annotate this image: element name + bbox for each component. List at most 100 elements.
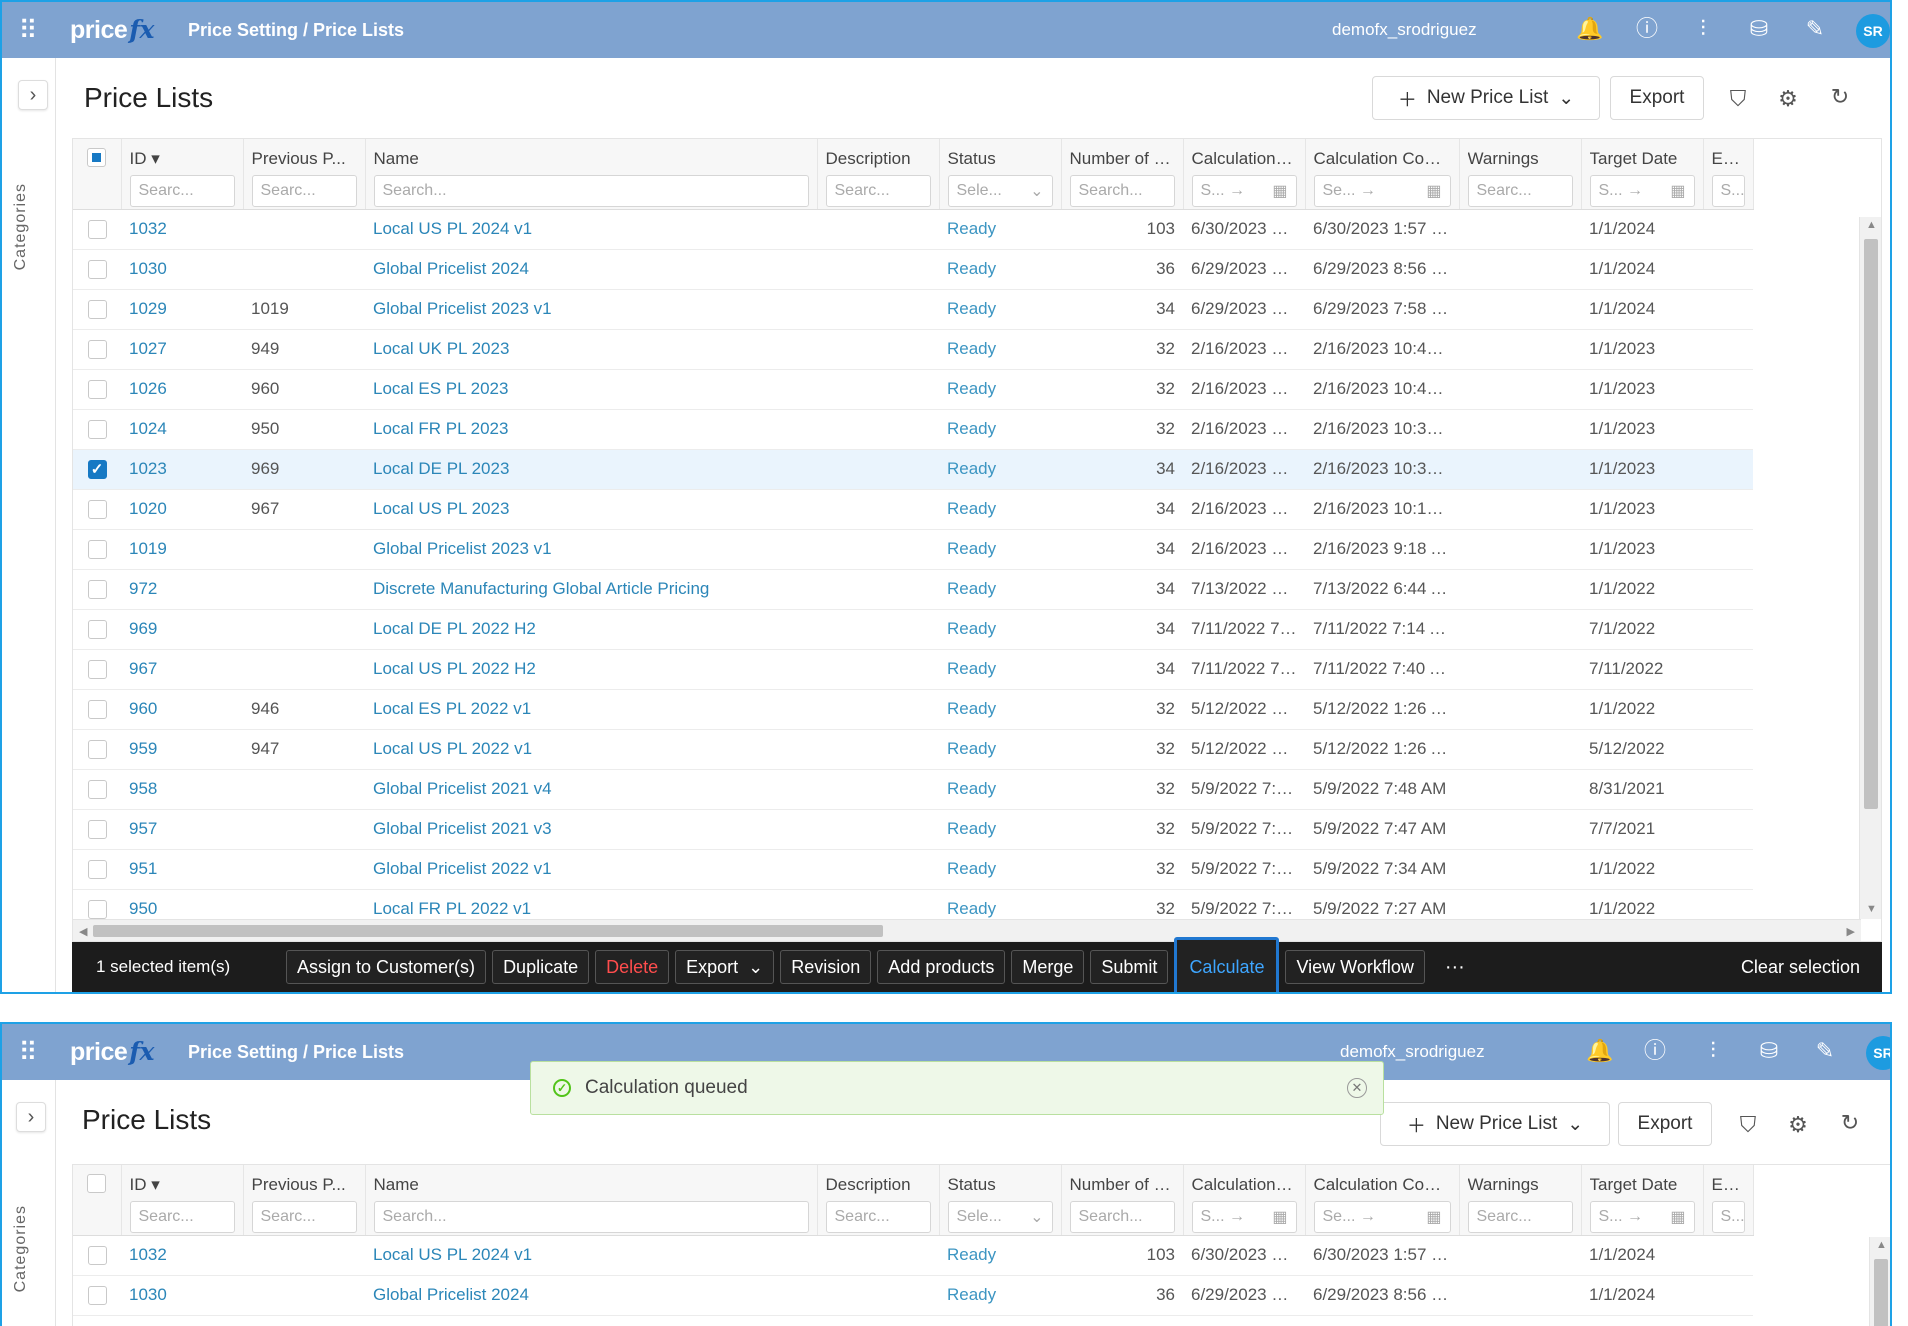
column-label[interactable]: Name [374, 147, 809, 171]
column-filter-input[interactable]: S... [1711, 1201, 1745, 1233]
new-price-list-button[interactable]: ＋ New Price List ⌄ [1380, 1102, 1610, 1146]
column-filter-input[interactable]: Searc... [1467, 175, 1573, 207]
filter-icon[interactable]: ⛉ [1734, 1112, 1762, 1138]
vertical-scrollbar[interactable]: ▲ ▼ [1859, 217, 1881, 919]
row-name-link[interactable]: Global Pricelist 2022 v1 [365, 849, 817, 890]
row-name-link[interactable]: Local ES PL 2022 v1 [365, 689, 817, 730]
column-header[interactable]: Status Sele... ⌄ [939, 139, 1062, 210]
column-label[interactable]: Calculation Com... [1314, 1173, 1451, 1197]
row-checkbox[interactable] [73, 249, 121, 290]
table-row[interactable]: 1030 Global Pricelist 2024 Ready 36 6/29/202… [73, 1275, 1753, 1316]
breadcrumb[interactable]: Price Setting / Price Lists [188, 1042, 404, 1063]
add-products-button[interactable]: Add products [877, 950, 1006, 984]
row-checkbox-box[interactable] [87, 420, 107, 439]
column-header[interactable]: Description Searc... [817, 139, 940, 210]
column-label[interactable]: Status [948, 147, 1053, 171]
vertical-scrollbar[interactable]: ▲ [1869, 1237, 1890, 1326]
bell-icon[interactable]: 🔔 [1586, 1038, 1613, 1064]
row-checkbox-box[interactable]: ✓ [87, 460, 107, 479]
row-name-link[interactable]: Global Pricelist 2024 [365, 1275, 817, 1316]
table-row[interactable]: ✓ 1023 969 Local DE PL 2023 Ready 34 2/16/2023… [73, 449, 1753, 490]
table-row[interactable]: 957 Global Pricelist 2021 v3 Ready 32 5/9/20… [73, 809, 1753, 850]
table-row[interactable]: 967 Local US PL 2022 H2 Ready 34 7/11/2022 7… [73, 649, 1753, 690]
column-filter-input[interactable]: Se... → ▦ [1313, 1201, 1451, 1233]
row-checkbox-box[interactable] [87, 1246, 107, 1265]
table-row[interactable]: 1024 950 Local FR PL 2023 Ready 32 2/16/2023 … [73, 409, 1753, 450]
column-label[interactable]: Expi [1712, 1173, 1745, 1197]
select-all-checkbox[interactable] [87, 1174, 107, 1194]
row-name-link[interactable]: Discrete Manufacturing Global Article Pr… [365, 569, 817, 610]
row-name-link[interactable]: Local US PL 2022 v1 [365, 729, 817, 770]
column-filter-input[interactable]: Searc... [1467, 1201, 1573, 1233]
column-header[interactable]: Calculation Com... Se... → ▦ [1305, 139, 1460, 210]
column-header[interactable]: Previous P... Searc... [243, 139, 366, 210]
column-filter-input[interactable]: Search... [373, 175, 809, 207]
column-filter-input[interactable]: Searc... [129, 1201, 235, 1233]
column-header[interactable]: Name Search... [365, 1165, 818, 1236]
column-filter-input[interactable]: S... → ▦ [1589, 175, 1695, 207]
row-checkbox[interactable] [73, 569, 121, 610]
categories-label[interactable]: Categories [12, 183, 30, 270]
row-checkbox-box[interactable] [87, 860, 107, 879]
column-filter-input[interactable]: Searc... [251, 175, 357, 207]
column-filter-input[interactable]: Searc... [825, 175, 931, 207]
calendar-icon[interactable]: ▦ [1426, 181, 1441, 201]
column-label[interactable]: Target Date [1590, 1173, 1695, 1197]
table-row[interactable]: 1026 960 Local ES PL 2023 Ready 32 2/16/2023 … [73, 369, 1753, 410]
row-checkbox-box[interactable] [87, 620, 107, 639]
column-filter-input[interactable]: Search... [1069, 175, 1175, 207]
apps-grid-icon[interactable]: ⠿ [2, 17, 54, 43]
submit-button[interactable]: Submit [1090, 950, 1169, 984]
expand-sidebar-button[interactable]: › [16, 1102, 46, 1132]
row-name-link[interactable]: Global Pricelist 2024 [365, 249, 817, 290]
column-header[interactable]: Number of It... Search... [1061, 1165, 1184, 1236]
table-row[interactable]: 951 Global Pricelist 2022 v1 Ready 32 5/9/20… [73, 849, 1753, 890]
column-label[interactable]: Number of It... [1070, 1173, 1175, 1197]
calendar-icon[interactable]: ▦ [1426, 1207, 1441, 1227]
row-checkbox[interactable] [73, 809, 121, 850]
row-checkbox[interactable] [73, 529, 121, 570]
user-name[interactable]: demofx_srodriguez [1340, 1042, 1485, 1062]
calendar-icon[interactable]: ▦ [1272, 181, 1287, 201]
column-header[interactable]: ID ▾ Searc... [121, 139, 244, 210]
column-filter-input[interactable]: Searc... [825, 1201, 931, 1233]
gear-icon[interactable]: ⚙ [1784, 1112, 1812, 1138]
table-row[interactable]: 1027 949 Local UK PL 2023 Ready 32 2/16/2023 … [73, 329, 1753, 370]
table-row[interactable]: 958 Global Pricelist 2021 v4 Ready 32 5/9/20… [73, 769, 1753, 810]
row-checkbox-box[interactable] [87, 820, 107, 839]
sliders-icon[interactable]: ⫶ [1690, 16, 1716, 42]
tools-icon[interactable]: ✎ [1802, 16, 1828, 42]
row-checkbox-box[interactable] [87, 660, 107, 679]
row-name-link[interactable]: Local FR PL 2023 [365, 409, 817, 450]
column-header[interactable]: ID ▾ Searc... [121, 1165, 244, 1236]
row-name-link[interactable]: Local UK PL 2023 [365, 329, 817, 370]
table-row[interactable]: 1030 Global Pricelist 2024 Ready 36 6/29/202… [73, 249, 1753, 290]
column-filter-input[interactable]: S... → ▦ [1191, 1201, 1297, 1233]
user-name[interactable]: demofx_srodriguez [1332, 20, 1477, 40]
row-name-link[interactable]: Global Pricelist 2023 v1 [365, 289, 817, 330]
column-filter-input[interactable]: Se... → ▦ [1313, 175, 1451, 207]
column-label[interactable]: Previous P... [252, 1173, 357, 1197]
column-filter-input[interactable]: Searc... [251, 1201, 357, 1233]
row-checkbox[interactable] [73, 289, 121, 330]
expand-sidebar-button[interactable]: › [18, 80, 48, 110]
row-name-link[interactable]: Global Pricelist 2023 v1 [365, 529, 817, 570]
row-checkbox-box[interactable] [87, 500, 107, 519]
row-checkbox-box[interactable] [87, 540, 107, 559]
column-header[interactable]: Previous P... Searc... [243, 1165, 366, 1236]
help-icon[interactable]: ⓘ [1642, 1038, 1668, 1064]
refresh-icon[interactable]: ↻ [1826, 84, 1854, 110]
row-checkbox[interactable] [73, 409, 121, 450]
categories-label[interactable]: Categories [12, 1205, 30, 1292]
row-checkbox[interactable] [73, 329, 121, 370]
row-checkbox[interactable] [73, 849, 121, 890]
row-checkbox[interactable] [73, 209, 121, 250]
row-checkbox-box[interactable] [87, 1286, 107, 1305]
row-checkbox-box[interactable] [87, 380, 107, 399]
row-checkbox-box[interactable] [87, 260, 107, 279]
export-menu-button[interactable]: Export ⌄ [675, 950, 775, 984]
close-icon[interactable]: ✕ [1347, 1078, 1367, 1098]
column-header[interactable]: Warnings Searc... [1459, 139, 1582, 210]
clear-selection-button[interactable]: Clear selection [1741, 957, 1860, 978]
column-label[interactable]: ID ▾ [130, 147, 235, 171]
